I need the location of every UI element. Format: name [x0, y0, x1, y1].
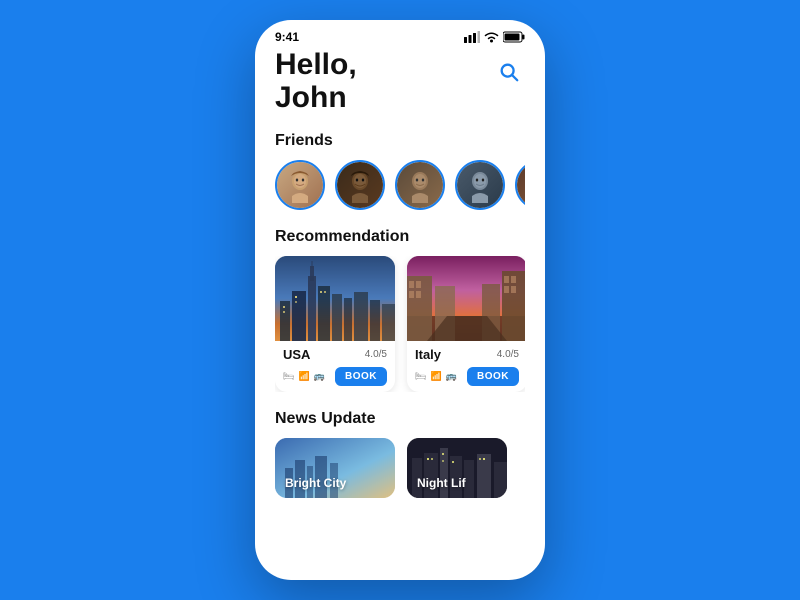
friend-avatar-4[interactable]	[455, 160, 505, 210]
news-list: Bright City	[275, 438, 525, 498]
greeting-line1: Hello,	[275, 48, 357, 81]
rec-card-usa[interactable]: USA 4.0/5 🛏 📶 🚌 BOOK	[275, 256, 395, 392]
bright-city-label: Bright City	[285, 476, 346, 490]
usa-book-button[interactable]: BOOK	[335, 367, 387, 386]
friend-avatar-2[interactable]	[335, 160, 385, 210]
phone-container: 9:41 Hello,	[255, 20, 545, 580]
friends-section-title: Friends	[275, 132, 525, 150]
news-card-night-life[interactable]: Night Lif	[407, 438, 507, 498]
friends-list	[275, 160, 525, 210]
greeting-line2: John	[275, 81, 347, 114]
italy-name: Italy	[415, 347, 441, 362]
recommendation-list: USA 4.0/5 🛏 📶 🚌 BOOK	[275, 256, 525, 392]
usa-rating: 4.0/5	[365, 349, 387, 360]
bed-icon: 🛏	[283, 371, 294, 382]
header-section: Hello, John	[275, 48, 525, 114]
usa-amenity-icons: 🛏 📶 🚌	[283, 371, 325, 382]
italy-rating: 4.0/5	[497, 349, 519, 360]
bus-icon: 🚌	[314, 371, 325, 382]
wifi-icon	[484, 31, 499, 43]
friend-avatar-3[interactable]	[395, 160, 445, 210]
news-section-title: News Update	[275, 410, 525, 428]
bed-icon-italy: 🛏	[415, 371, 426, 382]
wifi-rec-icon: 📶	[298, 371, 309, 382]
signal-icon	[464, 31, 480, 43]
bus-icon-italy: 🚌	[446, 371, 457, 382]
night-life-label: Night Lif	[417, 476, 466, 490]
search-button[interactable]	[493, 56, 525, 88]
status-bar: 9:41	[255, 20, 545, 48]
news-card-bright-city[interactable]: Bright City	[275, 438, 395, 498]
status-icons	[464, 31, 525, 43]
wifi-icon-italy: 📶	[430, 371, 441, 382]
usa-name: USA	[283, 347, 310, 362]
rec-card-italy[interactable]: Italy 4.0/5 🛏 📶 🚌 BOOK	[407, 256, 525, 392]
friend-avatar-5[interactable]	[515, 160, 525, 210]
italy-book-button[interactable]: BOOK	[467, 367, 519, 386]
friend-avatar-1[interactable]	[275, 160, 325, 210]
italy-amenity-icons: 🛏 📶 🚌	[415, 371, 457, 382]
greeting: Hello, John	[275, 48, 357, 114]
status-time: 9:41	[275, 30, 299, 44]
main-content: Hello, John Friends	[255, 48, 545, 580]
recommendation-section-title: Recommendation	[275, 228, 525, 246]
battery-icon	[503, 31, 525, 43]
